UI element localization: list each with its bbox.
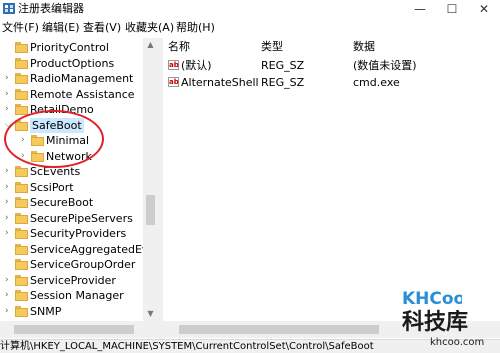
folder-icon — [15, 244, 28, 255]
tree-item-label: ProductOptions — [30, 57, 115, 70]
tree-item-label: ScsiPort — [30, 181, 74, 194]
value-row[interactable]: ab (默认) REG_SZ (数值未设置) — [163, 57, 500, 74]
tree-item[interactable]: › ScEvents — [0, 164, 150, 179]
svg-text:KHCoo: KHCoo — [402, 289, 462, 309]
string-value-icon: ab — [168, 77, 179, 87]
column-header-name[interactable]: 名称 — [168, 38, 190, 56]
key-tree[interactable]: PriorityControl ProductOptions › RadioManag… — [0, 38, 158, 339]
values-list[interactable]: 名称 类型 数据 ab (默认) REG_SZ (数值未设置) ab Alter… — [163, 38, 500, 321]
menu-file[interactable]: 文件(F) — [2, 21, 39, 35]
chevron-right-icon[interactable]: › — [5, 104, 13, 115]
column-header-data[interactable]: 数据 — [353, 38, 375, 56]
folder-icon — [15, 228, 28, 239]
tree-item-label: ServiceProvider — [30, 274, 116, 287]
menu-help[interactable]: 帮助(H) — [176, 21, 215, 35]
folder-icon — [15, 290, 28, 301]
value-row[interactable]: ab AlternateShell REG_SZ cmd.exe — [163, 74, 500, 91]
tree-item[interactable]: PriorityControl — [0, 40, 150, 55]
chevron-right-icon[interactable]: › — [5, 228, 13, 239]
value-type: REG_SZ — [261, 76, 305, 89]
value-type: REG_SZ — [261, 59, 305, 72]
status-bar: 计算机\HKEY_LOCAL_MACHINE\SYSTEM\CurrentCon… — [0, 339, 500, 353]
tree-item-label: Remote Assistance — [30, 88, 135, 101]
folder-icon — [15, 89, 28, 100]
scroll-thumb[interactable] — [14, 325, 134, 334]
value-name: (默认) — [181, 59, 212, 72]
chevron-right-icon[interactable]: › — [5, 73, 13, 84]
tree-item[interactable]: › ServiceProvider — [0, 273, 150, 288]
column-header-type[interactable]: 类型 — [261, 38, 283, 56]
tree-item[interactable]: › ScsiPort — [0, 180, 150, 195]
chevron-right-icon[interactable]: › — [5, 290, 13, 301]
tree-item-label: SecurityProviders — [30, 227, 127, 240]
chevron-right-icon[interactable]: › — [5, 182, 13, 193]
status-path: 计算机\HKEY_LOCAL_MACHINE\SYSTEM\CurrentCon… — [0, 341, 374, 352]
tree-item-label: ServiceAggregatedEvents — [30, 243, 158, 256]
tree-item[interactable]: › SecurePipeServers — [0, 211, 150, 226]
scroll-thumb[interactable] — [146, 195, 155, 225]
tree-item-label: SecureBoot — [30, 196, 94, 209]
tree-item-label: ServiceGroupOrder — [30, 258, 136, 271]
watermark-url: khcoo.com — [430, 337, 485, 348]
scroll-thumb[interactable] — [179, 325, 379, 334]
tree-item-label: Session Manager — [30, 289, 124, 302]
tree-item[interactable]: › SecureBoot — [0, 195, 150, 210]
chevron-right-icon[interactable]: › — [5, 89, 13, 100]
menu-bar: 文件(F) 编辑(E) 查看(V) 收藏夹(A) 帮助(H) — [0, 18, 500, 38]
menu-edit[interactable]: 编辑(E) — [42, 21, 80, 35]
folder-icon — [15, 259, 28, 270]
tree-item-label: SecurePipeServers — [30, 212, 133, 225]
tree-item-label: PriorityControl — [30, 41, 109, 54]
folder-icon — [15, 197, 28, 208]
tree-item[interactable]: ServiceAggregatedEvents — [0, 242, 158, 257]
tree-item-label: SNMP — [30, 305, 62, 318]
value-data: (数值未设置) — [353, 59, 417, 72]
folder-icon — [15, 166, 28, 177]
tree-item[interactable]: › SNMP — [0, 304, 150, 319]
folder-icon — [15, 213, 28, 224]
folder-icon — [15, 73, 28, 84]
tree-item[interactable]: ServiceGroupOrder — [0, 257, 150, 272]
regedit-app-icon — [3, 3, 15, 14]
chevron-right-icon[interactable]: › — [5, 197, 13, 208]
chevron-right-icon[interactable]: › — [5, 166, 13, 177]
value-name: AlternateShell — [181, 76, 259, 89]
folder-icon — [15, 306, 28, 317]
menu-favorites[interactable]: 收藏夹(A) — [125, 21, 174, 35]
folder-icon — [15, 42, 28, 53]
value-data: cmd.exe — [353, 76, 400, 89]
string-value-icon: ab — [168, 60, 179, 70]
watermark-name: 科技库 — [402, 310, 469, 335]
scroll-up-icon[interactable]: ▲ — [143, 38, 158, 52]
tree-item[interactable]: ProductOptions — [0, 56, 150, 71]
chevron-right-icon[interactable]: › — [5, 306, 13, 317]
tree-item[interactable]: › SecurityProviders — [0, 226, 150, 241]
tree-vertical-scrollbar[interactable]: ▲ ▼ — [143, 38, 158, 321]
scroll-down-icon[interactable]: ▼ — [143, 307, 158, 321]
tree-horizontal-scrollbar[interactable] — [0, 321, 158, 338]
khcoo-logo: KHCoo — [400, 286, 462, 309]
title-bar: 注册表编辑器 — ☐ ✕ — [0, 0, 500, 18]
window-title: 注册表编辑器 — [18, 2, 84, 15]
chevron-right-icon[interactable]: › — [5, 213, 13, 224]
tree-item[interactable]: › RadioManagement — [0, 71, 150, 86]
annotation-circle — [4, 110, 104, 168]
tree-item-label: RadioManagement — [30, 72, 134, 85]
chevron-right-icon[interactable]: › — [5, 275, 13, 286]
menu-view[interactable]: 查看(V) — [83, 21, 121, 35]
tree-item[interactable]: › Session Manager — [0, 288, 150, 303]
close-button[interactable]: ✕ — [464, 0, 500, 18]
folder-icon — [15, 104, 28, 115]
tree-item[interactable]: › Remote Assistance — [0, 87, 150, 102]
folder-icon — [15, 182, 28, 193]
folder-icon — [15, 275, 28, 286]
folder-icon — [15, 58, 28, 69]
